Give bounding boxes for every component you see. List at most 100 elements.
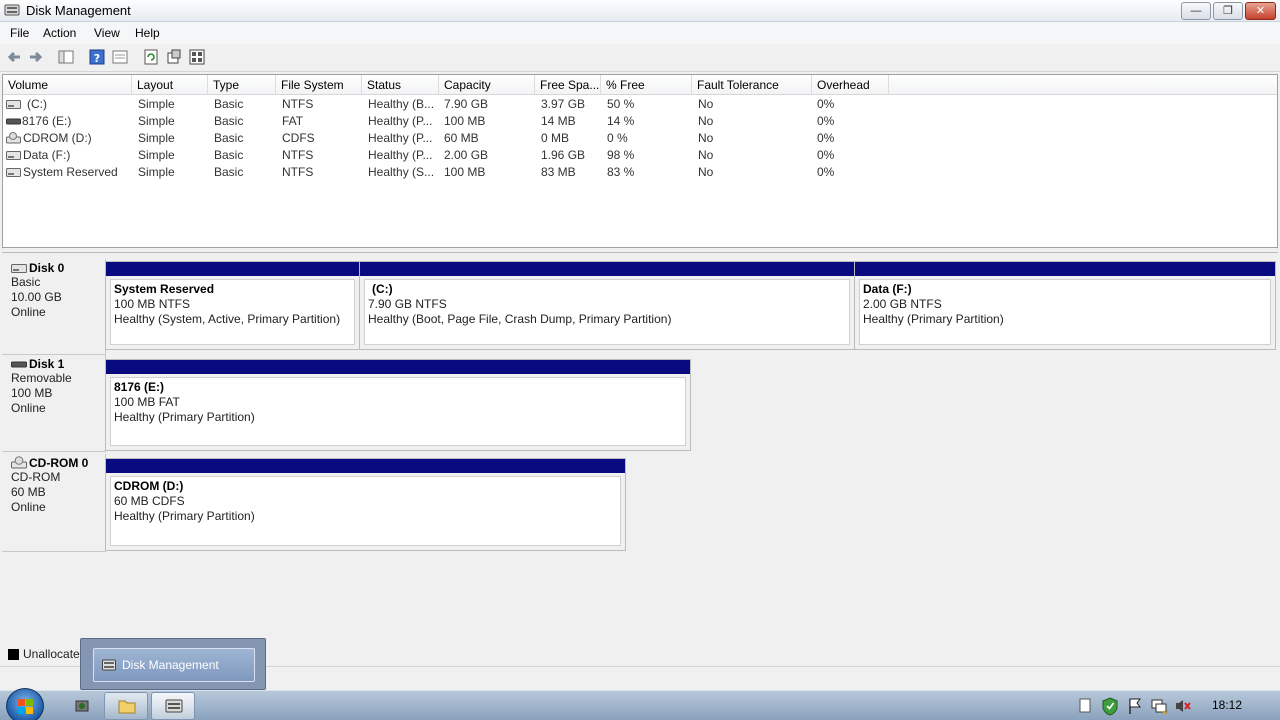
toolbar: ? (0, 44, 1280, 72)
cell-overhead: 0% (817, 165, 835, 179)
cell-capacity: 60 MB (444, 131, 479, 145)
disk-1-label[interactable]: Disk 1 Removable 100 MB Online (2, 355, 106, 452)
properties-icon[interactable] (166, 49, 182, 65)
volume-list[interactable]: Volume Layout Type File System Status Ca… (2, 74, 1278, 248)
security-shield-icon[interactable] (1101, 691, 1119, 720)
column-type[interactable]: Type (208, 75, 276, 95)
disk-graphical-view[interactable]: Disk 0 Basic 10.00 GB Online System Rese… (2, 252, 1278, 664)
partition-bar (855, 262, 1275, 276)
properties-list-icon[interactable] (112, 49, 128, 65)
partition-system-reserved[interactable]: System Reserved 100 MB NTFS Healthy (Sys… (105, 261, 360, 350)
cell-layout: Simple (138, 114, 175, 128)
partition-size: 7.90 GB NTFS (368, 297, 447, 311)
menu-help[interactable]: Help (135, 26, 160, 40)
partition-e[interactable]: 8176 (E:) 100 MB FAT Healthy (Primary Pa… (105, 359, 691, 451)
disk-0-label[interactable]: Disk 0 Basic 10.00 GB Online (2, 259, 106, 355)
disk-state: Online (11, 305, 46, 319)
table-row[interactable]: Data (F:) Simple Basic NTFS Healthy (P..… (3, 147, 1277, 164)
partition-size: 2.00 GB NTFS (863, 297, 942, 311)
column-fault-tolerance[interactable]: Fault Tolerance (692, 75, 812, 95)
partition-size: 60 MB CDFS (114, 494, 185, 508)
taskbar: 18:12 (0, 688, 1280, 720)
start-button[interactable] (6, 688, 44, 720)
cell-file-system: FAT (282, 114, 304, 128)
clock[interactable]: 18:12 (1212, 698, 1242, 712)
export-icon[interactable] (189, 49, 205, 65)
partition-name: Data (F:) (863, 282, 912, 296)
table-row[interactable]: System Reserved Simple Basic NTFS Health… (3, 164, 1277, 181)
preview-title: Disk Management (122, 658, 219, 672)
disk-management-icon (4, 4, 20, 16)
minimize-icon: — (1190, 5, 1202, 17)
disk-management-icon (102, 659, 116, 671)
help-icon[interactable]: ? (89, 49, 105, 65)
back-icon[interactable] (6, 49, 22, 65)
partition-data-f[interactable]: Data (F:) 2.00 GB NTFS Healthy (Primary … (854, 261, 1276, 350)
menu-view[interactable]: View (94, 26, 120, 40)
partition-bar (106, 262, 359, 276)
action-center-flag-icon[interactable] (1127, 691, 1143, 720)
taskbar-explorer-button[interactable] (104, 692, 148, 720)
cell-file-system: NTFS (282, 97, 314, 111)
cell-overhead: 0% (817, 114, 835, 128)
windows-logo-icon (18, 699, 33, 714)
cell-layout: Simple (138, 97, 175, 111)
restore-button[interactable]: ❐ (1213, 2, 1243, 20)
disk-management-icon (165, 699, 183, 713)
partition-d[interactable]: CDROM (D:) 60 MB CDFS Healthy (Primary P… (105, 458, 626, 551)
disk-name: Disk 0 (29, 261, 65, 275)
cdrom-0-label[interactable]: CD-ROM 0 CD-ROM 60 MB Online (2, 454, 106, 552)
taskbar-preview[interactable]: Disk Management (80, 638, 266, 690)
column-layout[interactable]: Layout (132, 75, 208, 95)
table-row[interactable]: CDROM (D:) Simple Basic CDFS Healthy (P.… (3, 130, 1277, 147)
partition-name: System Reserved (114, 282, 215, 296)
column-percent-free[interactable]: % Free (601, 75, 692, 95)
disk-state: Online (11, 401, 46, 415)
menu-action[interactable]: Action (43, 26, 76, 40)
partition-c[interactable]: (C:) 7.90 GB NTFS Healthy (Boot, Page Fi… (359, 261, 855, 350)
forward-icon[interactable] (28, 49, 44, 65)
menu-file[interactable]: File (10, 26, 29, 40)
volume-list-header: Volume Layout Type File System Status Ca… (3, 75, 1277, 95)
minimize-button[interactable]: — (1181, 2, 1211, 20)
taskbar-disk-management-button[interactable] (151, 692, 195, 720)
cell-free-space: 14 MB (541, 114, 576, 128)
disk-type: Removable (11, 371, 72, 385)
cdrom-icon (11, 456, 27, 469)
cell-percent-free: 83 % (607, 165, 635, 179)
column-capacity[interactable]: Capacity (439, 75, 535, 95)
table-row[interactable]: 8176 (E:) Simple Basic FAT Healthy (P...… (3, 113, 1277, 130)
column-volume[interactable]: Volume (3, 75, 132, 95)
partition-bar (360, 262, 854, 276)
preview-item[interactable]: Disk Management (93, 648, 255, 682)
cell-percent-free: 0 % (607, 131, 628, 145)
show-hide-console-tree-icon[interactable] (58, 49, 74, 65)
drive-icon (6, 151, 21, 160)
cell-type: Basic (214, 114, 244, 128)
cell-percent-free: 14 % (607, 114, 635, 128)
column-status[interactable]: Status (362, 75, 439, 95)
cell-capacity: 100 MB (444, 165, 486, 179)
disk-state: Online (11, 500, 46, 514)
close-button[interactable]: ✕ (1245, 2, 1276, 20)
partition-status: Healthy (Primary Partition) (114, 509, 255, 523)
column-overhead[interactable]: Overhead (812, 75, 889, 95)
volume-muted-icon[interactable] (1174, 691, 1192, 720)
notes-icon[interactable] (1078, 691, 1092, 720)
partition-name: CDROM (D:) (114, 479, 184, 493)
refresh-icon[interactable] (143, 49, 159, 65)
cdrom-drive-icon (6, 132, 21, 144)
column-file-system[interactable]: File System (276, 75, 362, 95)
cell-status: Healthy (P... (368, 114, 433, 128)
removable-drive-icon (6, 118, 21, 125)
cell-volume: (C:) (27, 97, 47, 111)
table-row[interactable]: (C:) Simple Basic NTFS Healthy (B... 7.9… (3, 96, 1277, 113)
pinned-app-icon[interactable] (73, 697, 91, 715)
cell-fault-tolerance: No (698, 97, 714, 111)
partition-status: Healthy (Primary Partition) (114, 410, 255, 424)
cell-type: Basic (214, 97, 244, 111)
cell-layout: Simple (138, 131, 175, 145)
partition-size: 100 MB FAT (114, 395, 180, 409)
column-free-space[interactable]: Free Spa... (535, 75, 601, 95)
network-icon[interactable] (1150, 691, 1168, 720)
